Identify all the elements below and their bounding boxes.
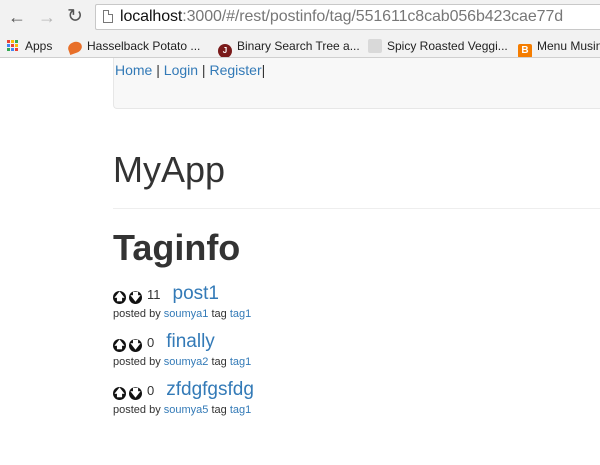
page-icon <box>103 10 113 23</box>
url-text[interactable]: localhost:3000/#/rest/postinfo/tag/55161… <box>120 8 563 26</box>
app-title: MyApp <box>113 149 226 190</box>
author-link[interactable]: soumya5 <box>164 404 209 416</box>
app-navbar: Home | Login | Register| <box>113 58 600 109</box>
url-host: localhost <box>120 8 183 25</box>
bookmark-label: Apps <box>25 39 53 53</box>
upvote-icon[interactable]: 🡅 <box>113 291 126 304</box>
nav-links: Home | Login | Register| <box>115 62 265 78</box>
bookmark-label: Binary Search Tree a... <box>237 39 360 53</box>
bookmark-label: Hasselback Potato ... <box>87 39 201 53</box>
post-title-link[interactable]: zfdgfgsfdg <box>166 379 254 400</box>
posted-by-label: posted by <box>113 308 161 320</box>
post-title-link[interactable]: finally <box>166 331 215 352</box>
tag-label: tag <box>211 308 227 320</box>
bookmark-hasselback-potato[interactable]: Hasselback Potato ... <box>66 38 201 56</box>
vote-count: 0 <box>147 383 155 398</box>
tag-label: tag <box>211 356 227 368</box>
nav-separator: | <box>152 62 164 78</box>
bookmark-label: Menu Musin <box>537 39 600 53</box>
divider <box>113 208 600 209</box>
page-title: Taginfo <box>113 227 241 268</box>
downvote-icon[interactable]: 🡇 <box>129 339 142 352</box>
posted-by-label: posted by <box>113 356 161 368</box>
vote-count: 0 <box>147 335 155 350</box>
nav-login-link[interactable]: Login <box>164 62 198 78</box>
nav-home-link[interactable]: Home <box>115 62 152 78</box>
tag-link[interactable]: tag1 <box>230 308 251 320</box>
nav-separator: | <box>261 62 266 78</box>
vote-count: 11 <box>147 287 161 302</box>
browser-toolbar: ← → ↻ localhost:3000/#/rest/postinfo/tag… <box>0 0 600 34</box>
upvote-icon[interactable]: 🡅 <box>113 387 126 400</box>
bookmarks-bar: Apps Hasselback Potato ... J Binary Searc… <box>0 34 600 58</box>
bookmark-label: Spicy Roasted Veggi... <box>387 39 508 53</box>
tag-link[interactable]: tag1 <box>230 404 251 416</box>
author-link[interactable]: soumya2 <box>164 356 209 368</box>
nav-separator: | <box>198 62 210 78</box>
upvote-icon[interactable]: 🡅 <box>113 339 126 352</box>
bookmark-apps[interactable]: Apps <box>7 38 52 54</box>
reload-icon[interactable]: ↻ <box>65 7 85 27</box>
downvote-icon[interactable]: 🡇 <box>129 291 142 304</box>
veggies-site-icon <box>368 39 382 53</box>
bookmark-menu-musings[interactable]: B Menu Musin <box>518 38 600 57</box>
post-title-link[interactable]: post1 <box>173 283 219 304</box>
address-bar[interactable]: localhost:3000/#/rest/postinfo/tag/55161… <box>95 4 600 30</box>
apps-grid-icon <box>7 40 19 52</box>
post-meta: posted by soumya2 tag tag1 <box>113 356 593 368</box>
jb-site-icon: J <box>218 44 232 57</box>
nav-register-link[interactable]: Register <box>209 62 261 78</box>
post-item: 🡅 🡇 0 finally posted by soumya2 tag tag1 <box>113 331 593 368</box>
blogger-icon: B <box>518 44 532 57</box>
back-arrow-icon[interactable]: ← <box>7 7 27 27</box>
forward-arrow-icon[interactable]: → <box>37 7 57 27</box>
potato-site-icon <box>66 39 84 56</box>
post-meta: posted by soumya5 tag tag1 <box>113 404 593 416</box>
post-item: 🡅 🡇 11 post1 posted by soumya1 tag tag1 <box>113 283 593 320</box>
downvote-icon[interactable]: 🡇 <box>129 387 142 400</box>
posted-by-label: posted by <box>113 404 161 416</box>
url-path: :3000/#/rest/postinfo/tag/551611c8cab056… <box>182 8 564 25</box>
post-item: 🡅 🡇 0 zfdgfgsfdg posted by soumya5 tag tag1 <box>113 379 593 416</box>
tag-link[interactable]: tag1 <box>230 356 251 368</box>
bookmark-spicy-roasted-veggies[interactable]: Spicy Roasted Veggi... <box>368 38 508 54</box>
bookmark-binary-search-tree[interactable]: J Binary Search Tree a... <box>218 38 360 57</box>
author-link[interactable]: soumya1 <box>164 308 209 320</box>
tag-label: tag <box>211 404 227 416</box>
post-meta: posted by soumya1 tag tag1 <box>113 308 593 320</box>
